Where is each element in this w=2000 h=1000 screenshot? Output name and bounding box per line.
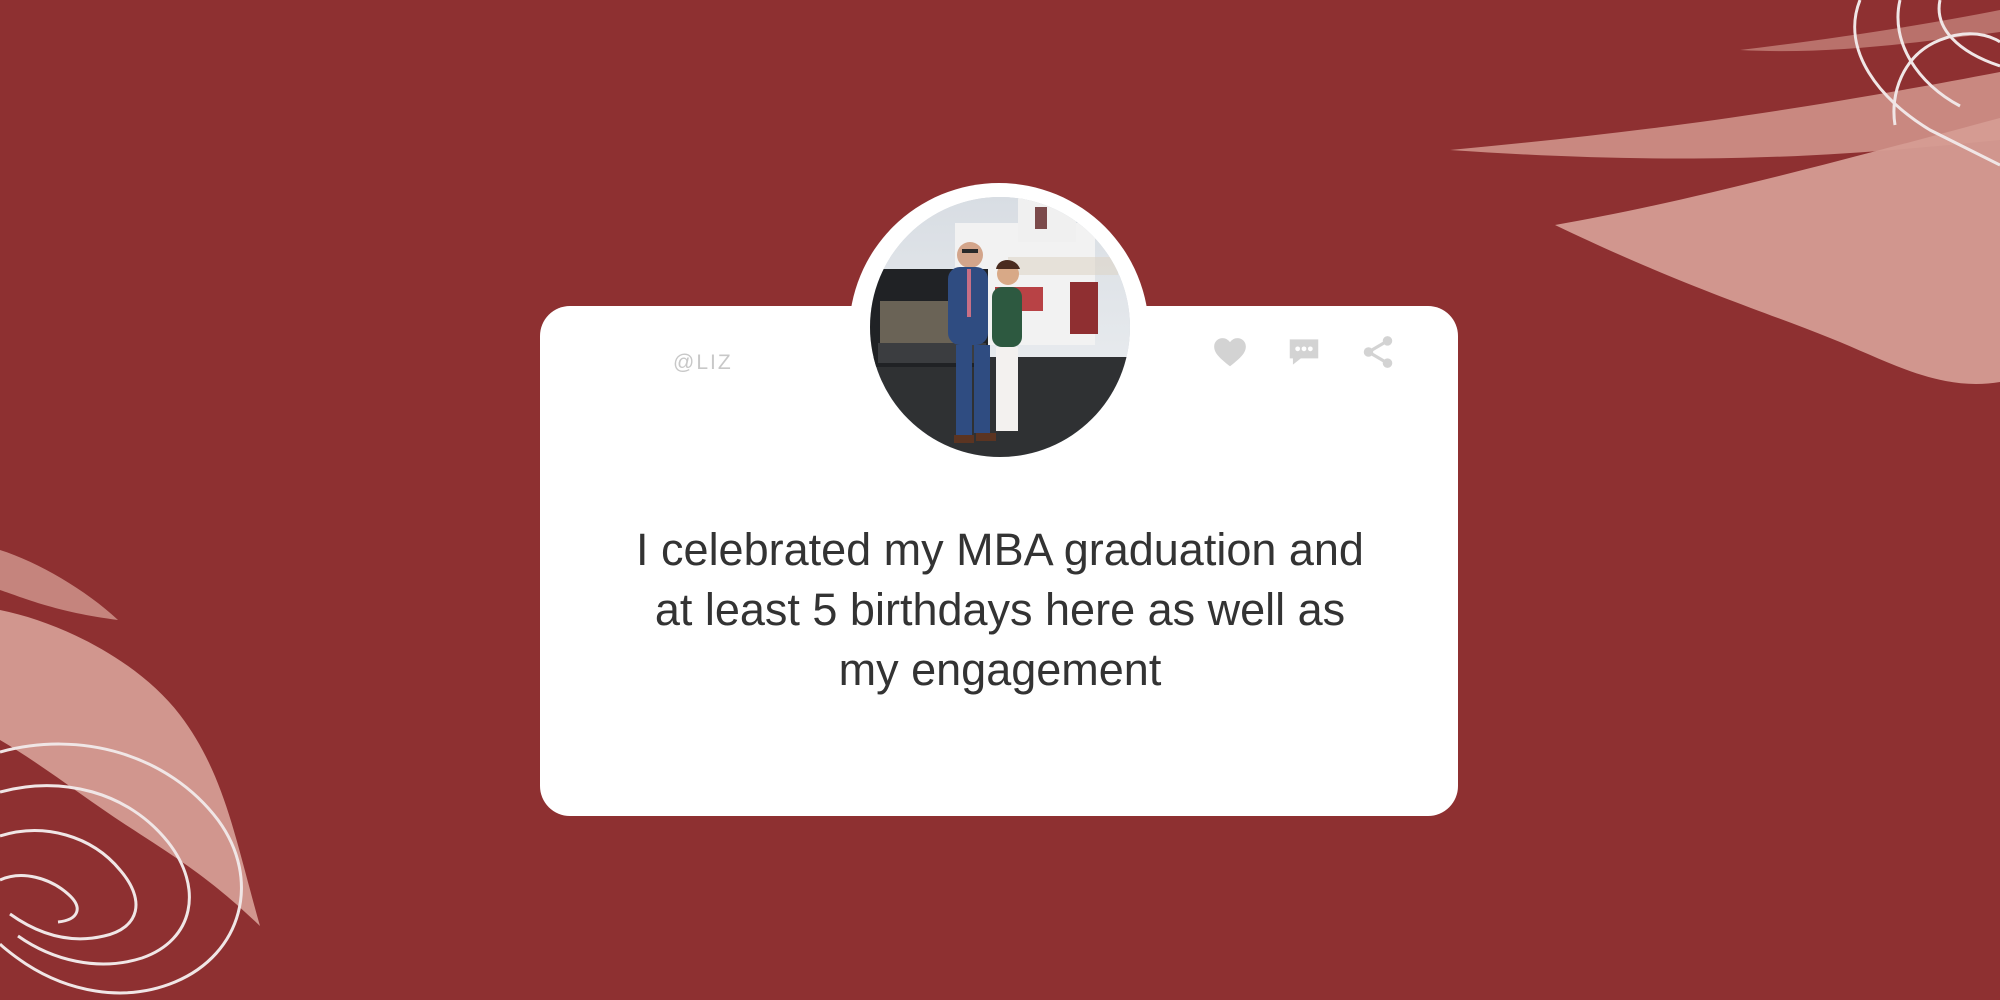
avatar <box>870 197 1130 457</box>
share-button[interactable] <box>1358 332 1398 372</box>
comment-button[interactable] <box>1284 332 1324 372</box>
username-handle[interactable]: @LIZ <box>673 351 733 375</box>
heart-icon <box>1214 338 1246 367</box>
post-actions <box>1210 332 1398 372</box>
avatar-photo <box>870 197 1130 457</box>
comment-icon <box>1289 339 1319 365</box>
decorative-brush-stroke-bottom-left <box>0 550 260 995</box>
like-button[interactable] <box>1210 332 1250 372</box>
share-icon <box>1363 336 1393 368</box>
quote-text: I celebrated my MBA graduation and at le… <box>636 524 1364 695</box>
